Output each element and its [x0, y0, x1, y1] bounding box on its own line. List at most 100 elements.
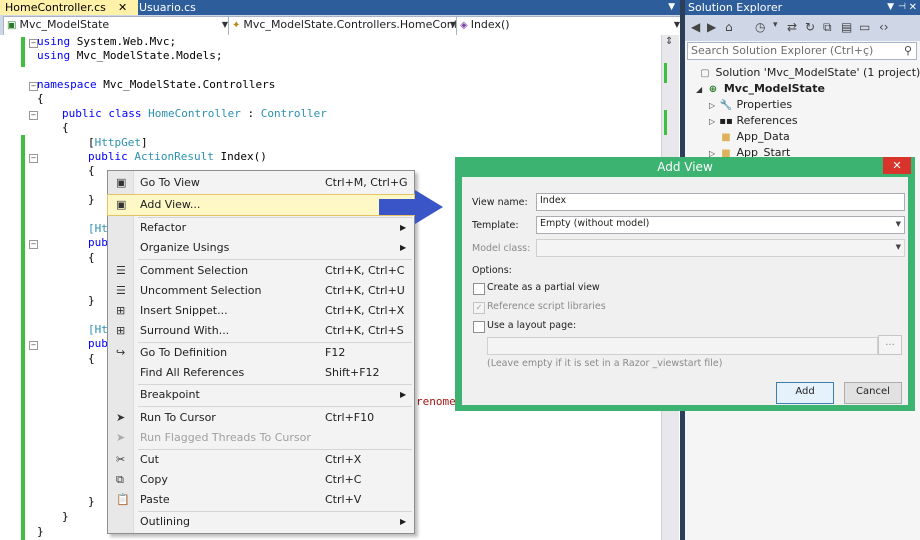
menu-item-insert-snippet[interactable]: ⊞ Insert Snippet... Ctrl+K, Ctrl+X [108, 301, 414, 321]
view-name-input[interactable]: Index [536, 193, 905, 211]
code-line: } [88, 193, 95, 206]
menu-item-shortcut: F12 [325, 346, 346, 359]
dialog-body: View name: Index Template: Empty (withou… [462, 177, 908, 405]
collapse-all-icon[interactable]: ⧉ [823, 20, 832, 35]
chevron-down-icon: ▼ [895, 243, 901, 251]
show-all-files-icon[interactable]: ▤ [841, 20, 852, 34]
code-line: } [62, 510, 69, 523]
menu-item-breakpoint[interactable]: Breakpoint ▶ [108, 385, 414, 405]
tab-usuario[interactable]: Usuario.cs [134, 0, 199, 15]
code-line: using System.Web.Mvc; [37, 35, 177, 48]
menu-item-label: Find All References [140, 366, 245, 379]
sync-icon[interactable]: ⇄ [787, 20, 797, 34]
menu-item-run-to-cursor[interactable]: ➤ Run To Cursor Ctrl+F10 [108, 408, 414, 428]
tree-item-properties[interactable]: ▷ 🔧 Properties [709, 97, 792, 114]
chevron-down-icon[interactable]: ▼ [668, 0, 675, 15]
search-icon[interactable]: ⚲ [904, 43, 912, 59]
layout-hint: (Leave empty if it is set in a Razor _vi… [487, 358, 723, 369]
menu-item-refactor[interactable]: Refactor ▶ [108, 218, 414, 238]
tree-item-label: App_Data [736, 130, 790, 143]
code-line: { [88, 352, 95, 365]
menu-item-shortcut: Ctrl+K, Ctrl+C [325, 264, 405, 277]
code-line: renome [416, 395, 456, 408]
code-view-icon[interactable]: ‹› [879, 20, 889, 34]
menu-item-copy[interactable]: ⧉ Copy Ctrl+C [108, 470, 414, 490]
menu-item-find-all-references[interactable]: Find All References Shift+F12 [108, 363, 414, 383]
menu-item-organize-usings[interactable]: Organize Usings ▶ [108, 238, 414, 258]
change-marker [664, 110, 667, 135]
close-icon[interactable]: ✕ [118, 0, 127, 15]
model-class-select: ▼ [536, 239, 905, 257]
menu-item-label: Organize Usings [140, 241, 230, 254]
add-view-icon: ▣ [116, 198, 127, 211]
menu-item-go-to-view[interactable]: ▣ Go To View Ctrl+M, Ctrl+G [108, 173, 414, 193]
collapsed-icon[interactable]: ▷ [709, 114, 719, 130]
menu-item-add-view[interactable]: ▣ Add View... [107, 194, 415, 216]
comment-icon: ☰ [116, 264, 126, 277]
csharp-project-icon: ▣ [7, 20, 17, 31]
search-input[interactable]: Search Solution Explorer (Ctrl+ç) ⚲ [687, 42, 917, 60]
chevron-down-icon[interactable]: ▾ [773, 20, 778, 30]
refresh-icon[interactable]: ↻ [805, 20, 815, 34]
dialog-title: Add View [657, 160, 713, 174]
menu-item-uncomment-selection[interactable]: ☰ Uncomment Selection Ctrl+K, Ctrl+U [108, 281, 414, 301]
template-select[interactable]: Empty (without model) ▼ [536, 216, 905, 234]
tree-item-app-data[interactable]: ■ App_Data [719, 129, 790, 146]
tree-item-project[interactable]: ◢ ⊕ Mvc_ModelState [696, 81, 825, 98]
layout-page-label[interactable]: Use a layout page: [487, 320, 576, 331]
cursor-icon: ➤ [116, 411, 126, 424]
collapse-icon[interactable]: − [29, 341, 38, 350]
menu-item-go-to-definition[interactable]: ↪ Go To Definition F12 [108, 343, 414, 363]
cancel-button[interactable]: Cancel [844, 382, 902, 404]
class-dropdown[interactable]: ✦ Mvc_ModelState.Controllers.HomeCont ▼ [228, 16, 459, 36]
project-dropdown[interactable]: ▣ Mvc_ModelState ▼ [3, 16, 231, 36]
go-to-view-icon: ▣ [116, 176, 127, 189]
method-icon: ◈ [460, 20, 468, 31]
model-class-label: Model class: [472, 243, 531, 254]
submenu-arrow-icon: ▶ [400, 243, 407, 252]
code-line: } [88, 495, 95, 508]
code-line: { [37, 92, 44, 105]
menu-item-cut[interactable]: ✂ Cut Ctrl+X [108, 450, 414, 470]
collapse-icon[interactable]: − [29, 154, 38, 163]
partial-view-checkbox[interactable] [473, 283, 485, 295]
close-icon[interactable]: ✕ [909, 0, 917, 15]
close-icon[interactable]: ✕ [883, 157, 911, 174]
template-select-value: Empty (without model) [540, 218, 650, 229]
code-line: { [88, 251, 95, 264]
member-dropdown[interactable]: ◈ Index() ▼ [456, 16, 683, 36]
add-button[interactable]: Add [776, 382, 834, 404]
tab-homecontroller[interactable]: HomeController.cs ✕ [0, 0, 138, 15]
layout-page-checkbox[interactable] [473, 321, 485, 333]
member-dropdown-value: Index() [470, 18, 510, 31]
properties-icon[interactable]: ▭ [859, 20, 870, 34]
tree-item-label: Properties [736, 98, 793, 111]
code-line: using Mvc_ModelState.Models; [37, 49, 223, 62]
forward-icon[interactable]: ▶ [707, 20, 716, 34]
tree-item-label: Mvc_ModelState [723, 82, 825, 95]
home-icon[interactable]: ⌂ [725, 20, 733, 34]
panel-title-text: Solution Explorer [688, 1, 783, 14]
history-icon[interactable]: ◷ [755, 20, 765, 34]
split-icon[interactable]: ⇕ [665, 36, 673, 47]
collapse-icon[interactable]: − [29, 240, 38, 249]
menu-item-surround-with[interactable]: ⊞ Surround With... Ctrl+K, Ctrl+S [108, 321, 414, 341]
expanded-icon[interactable]: ◢ [696, 82, 706, 98]
menu-item-label: Cut [140, 453, 159, 466]
partial-view-label[interactable]: Create as a partial view [487, 282, 600, 293]
menu-item-comment-selection[interactable]: ☰ Comment Selection Ctrl+K, Ctrl+C [108, 261, 414, 281]
collapsed-icon[interactable]: ▷ [709, 98, 719, 114]
menu-item-paste[interactable]: 📋 Paste Ctrl+V [108, 490, 414, 510]
surround-with-icon: ⊞ [116, 324, 126, 337]
pin-icon[interactable]: ⊣ [898, 0, 906, 15]
code-line: public class HomeController : Controller [62, 107, 327, 120]
back-icon[interactable]: ◀ [691, 20, 700, 34]
tree-item-references[interactable]: ▷ ▪▪ References [709, 113, 798, 130]
menu-item-shortcut: Ctrl+V [325, 493, 362, 506]
context-menu: ▣ Go To View Ctrl+M, Ctrl+G ▣ Add View..… [107, 170, 415, 534]
collapse-icon[interactable]: − [29, 111, 38, 120]
tree-item-solution[interactable]: ▢ Solution 'Mvc_ModelState' (1 project) [698, 65, 920, 82]
references-icon: ▪▪ [719, 116, 733, 127]
menu-item-outlining[interactable]: Outlining ▶ [108, 512, 414, 532]
chevron-down-icon[interactable]: ▼ [887, 0, 894, 15]
